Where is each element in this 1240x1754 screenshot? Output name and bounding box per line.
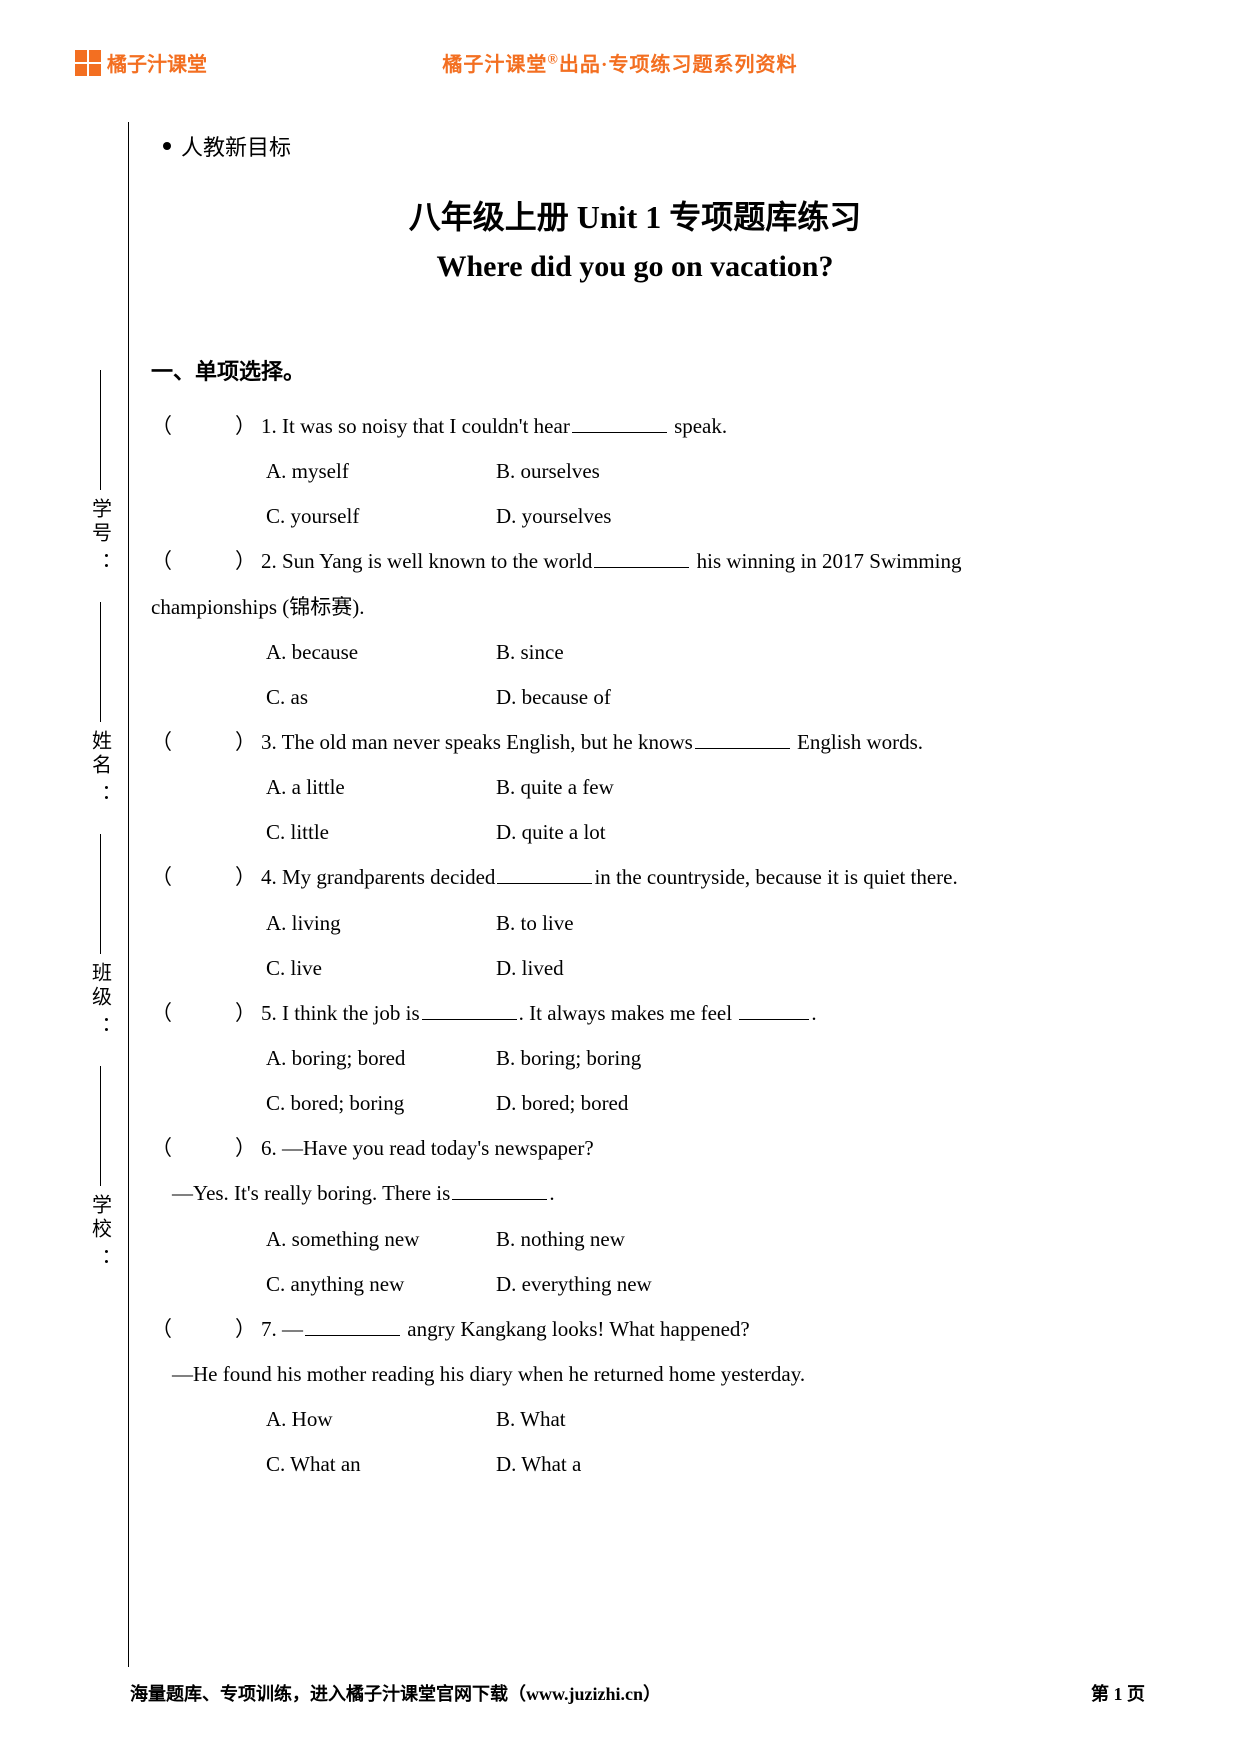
opt-b: B. quite a few — [496, 765, 796, 810]
question-5: （ ）5. I think the job is. It always make… — [151, 991, 1125, 1126]
title-block: 八年级上册 Unit 1 专项题库练习 Where did you go on … — [145, 192, 1125, 284]
title-cn: 八年级上册 Unit 1 专项题库练习 — [145, 192, 1125, 238]
opt-d: D. lived — [496, 946, 796, 991]
opt-d: D. bored; bored — [496, 1081, 796, 1126]
side-label-banji: 班级 ： — [80, 834, 120, 1036]
question-2: （ ）2. Sun Yang is well known to the worl… — [151, 539, 1125, 720]
opt-c: C. little — [266, 810, 496, 855]
opt-a: A. because — [266, 630, 496, 675]
opt-d: D. everything new — [496, 1262, 796, 1307]
opt-a: A. boring; bored — [266, 1036, 496, 1081]
opt-c: C. live — [266, 946, 496, 991]
side-label-xingming: 姓名 ： — [80, 602, 120, 804]
question-7: （ ）7. — angry Kangkang looks! What happe… — [151, 1307, 1125, 1488]
page-body: 人教新目标 八年级上册 Unit 1 专项题库练习 Where did you … — [145, 120, 1125, 1487]
opt-a: A. myself — [266, 449, 496, 494]
question-5-options: A. boring; bored B. boring; boring C. bo… — [266, 1036, 1125, 1126]
question-4-options: A. living B. to live C. live D. lived — [266, 901, 1125, 991]
opt-b: B. nothing new — [496, 1217, 796, 1262]
opt-b: B. boring; boring — [496, 1036, 796, 1081]
opt-d: D. because of — [496, 675, 796, 720]
question-7-options: A. How B. What C. What an D. What a — [266, 1397, 1125, 1487]
left-margin-rule — [128, 122, 129, 1667]
opt-c: C. anything new — [266, 1262, 496, 1307]
opt-a: A. a little — [266, 765, 496, 810]
side-labels: 学号 ： 姓名 ： 班级 ： 学校 ： — [80, 370, 120, 1298]
opt-d: D. yourselves — [496, 494, 796, 539]
page-footer: 海量题库、专项训练，进入橘子汁课堂官网下载（www.juzizhi.cn） 第 … — [130, 1680, 1145, 1706]
opt-c: C. as — [266, 675, 496, 720]
side-label-xuexiao: 学校 ： — [80, 1066, 120, 1268]
opt-c: C. yourself — [266, 494, 496, 539]
footer-right: 第 1 页 — [1091, 1680, 1145, 1706]
page-header: 橘子汁课堂 橘子汁课堂®出品·专项练习题系列资料 — [75, 48, 1165, 77]
opt-b: B. since — [496, 630, 796, 675]
opt-a: A. living — [266, 901, 496, 946]
title-en: Where did you go on vacation? — [145, 250, 1125, 284]
opt-b: B. What — [496, 1397, 796, 1442]
opt-a: A. How — [266, 1397, 496, 1442]
question-1-options: A. myself B. ourselves C. yourself D. yo… — [266, 449, 1125, 539]
question-1: （ ）1. It was so noisy that I couldn't he… — [151, 404, 1125, 539]
opt-b: B. ourselves — [496, 449, 796, 494]
opt-d: D. What a — [496, 1442, 796, 1487]
curriculum-line: 人教新目标 — [163, 130, 1125, 162]
opt-a: A. something new — [266, 1217, 496, 1262]
question-6-options: A. something new B. nothing new C. anyth… — [266, 1217, 1125, 1307]
question-2-options: A. because B. since C. as D. because of — [266, 630, 1125, 720]
section-1-heading: 一、单项选择。 — [151, 354, 1125, 386]
question-3-options: A. a little B. quite a few C. little D. … — [266, 765, 1125, 855]
side-label-xuehao: 学号 ： — [80, 370, 120, 572]
question-4: （ ）4. My grandparents decidedin the coun… — [151, 855, 1125, 990]
opt-b: B. to live — [496, 901, 796, 946]
header-center-text: 橘子汁课堂®出品·专项练习题系列资料 — [75, 48, 1165, 77]
bullet-icon — [163, 142, 171, 150]
question-3: （ ）3. The old man never speaks English, … — [151, 720, 1125, 855]
opt-d: D. quite a lot — [496, 810, 796, 855]
question-6: （ ）6. —Have you read today's newspaper? … — [151, 1126, 1125, 1307]
opt-c: C. bored; boring — [266, 1081, 496, 1126]
opt-c: C. What an — [266, 1442, 496, 1487]
curriculum-text: 人教新目标 — [181, 130, 291, 162]
footer-left: 海量题库、专项训练，进入橘子汁课堂官网下载（www.juzizhi.cn） — [130, 1680, 661, 1706]
